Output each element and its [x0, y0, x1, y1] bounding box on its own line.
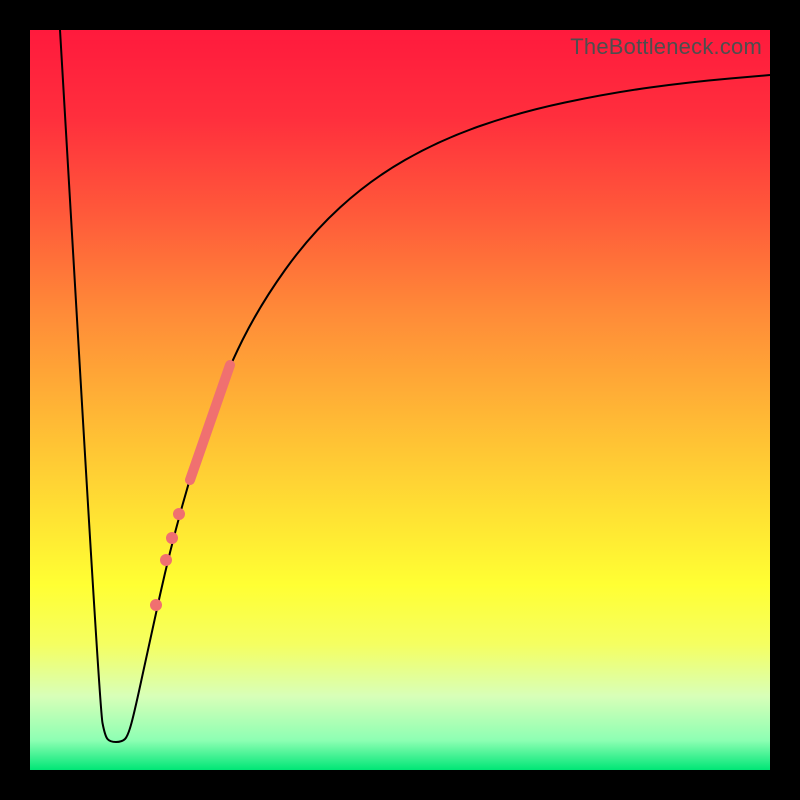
curve-svg	[30, 30, 770, 770]
highlight-dot	[150, 599, 162, 611]
bottleneck-curve	[60, 30, 770, 742]
highlight-dot	[166, 532, 178, 544]
highlight-dots	[150, 508, 185, 611]
highlight-dot	[160, 554, 172, 566]
highlight-dot	[173, 508, 185, 520]
gradient-plot-area: TheBottleneck.com	[30, 30, 770, 770]
chart-frame: TheBottleneck.com	[0, 0, 800, 800]
highlight-band	[190, 365, 230, 480]
